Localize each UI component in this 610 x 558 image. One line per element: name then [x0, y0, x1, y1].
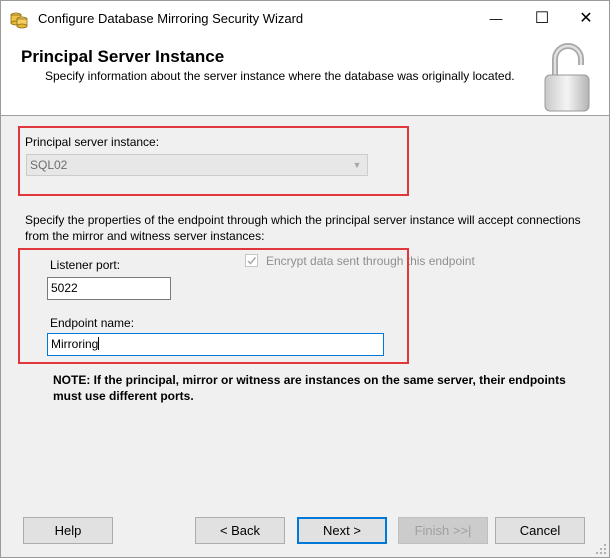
window-title: Configure Database Mirroring Security Wi… [38, 11, 304, 26]
next-button[interactable]: Next > [297, 517, 387, 544]
close-icon: ✕ [579, 10, 593, 27]
wizard-window: Configure Database Mirroring Security Wi… [0, 0, 610, 558]
padlock-icon [544, 43, 590, 112]
wizard-header: Principal Server Instance Specify inform… [1, 37, 609, 116]
close-button[interactable]: ✕ [563, 1, 609, 37]
back-button[interactable]: < Back [195, 517, 285, 544]
page-subtitle: Specify information about the server ins… [45, 69, 515, 83]
cancel-button[interactable]: Cancel [495, 517, 585, 544]
finish-button[interactable]: Finish >>| [398, 517, 488, 544]
highlight-box-endpoint [18, 248, 409, 364]
minimize-icon: — [489, 11, 503, 26]
help-button[interactable]: Help [23, 517, 113, 544]
title-bar[interactable]: Configure Database Mirroring Security Wi… [1, 1, 609, 37]
maximize-button[interactable]: ☐ [519, 1, 565, 37]
minimize-button[interactable]: — [473, 1, 519, 37]
maximize-icon: ☐ [534, 10, 550, 27]
note-text: NOTE: If the principal, mirror or witnes… [53, 373, 566, 403]
resize-grip-icon[interactable] [595, 543, 607, 555]
endpoint-description: Specify the properties of the endpoint t… [25, 213, 581, 243]
page-title: Principal Server Instance [21, 47, 225, 66]
database-wizard-icon [10, 12, 28, 29]
highlight-box-principal [18, 126, 409, 196]
